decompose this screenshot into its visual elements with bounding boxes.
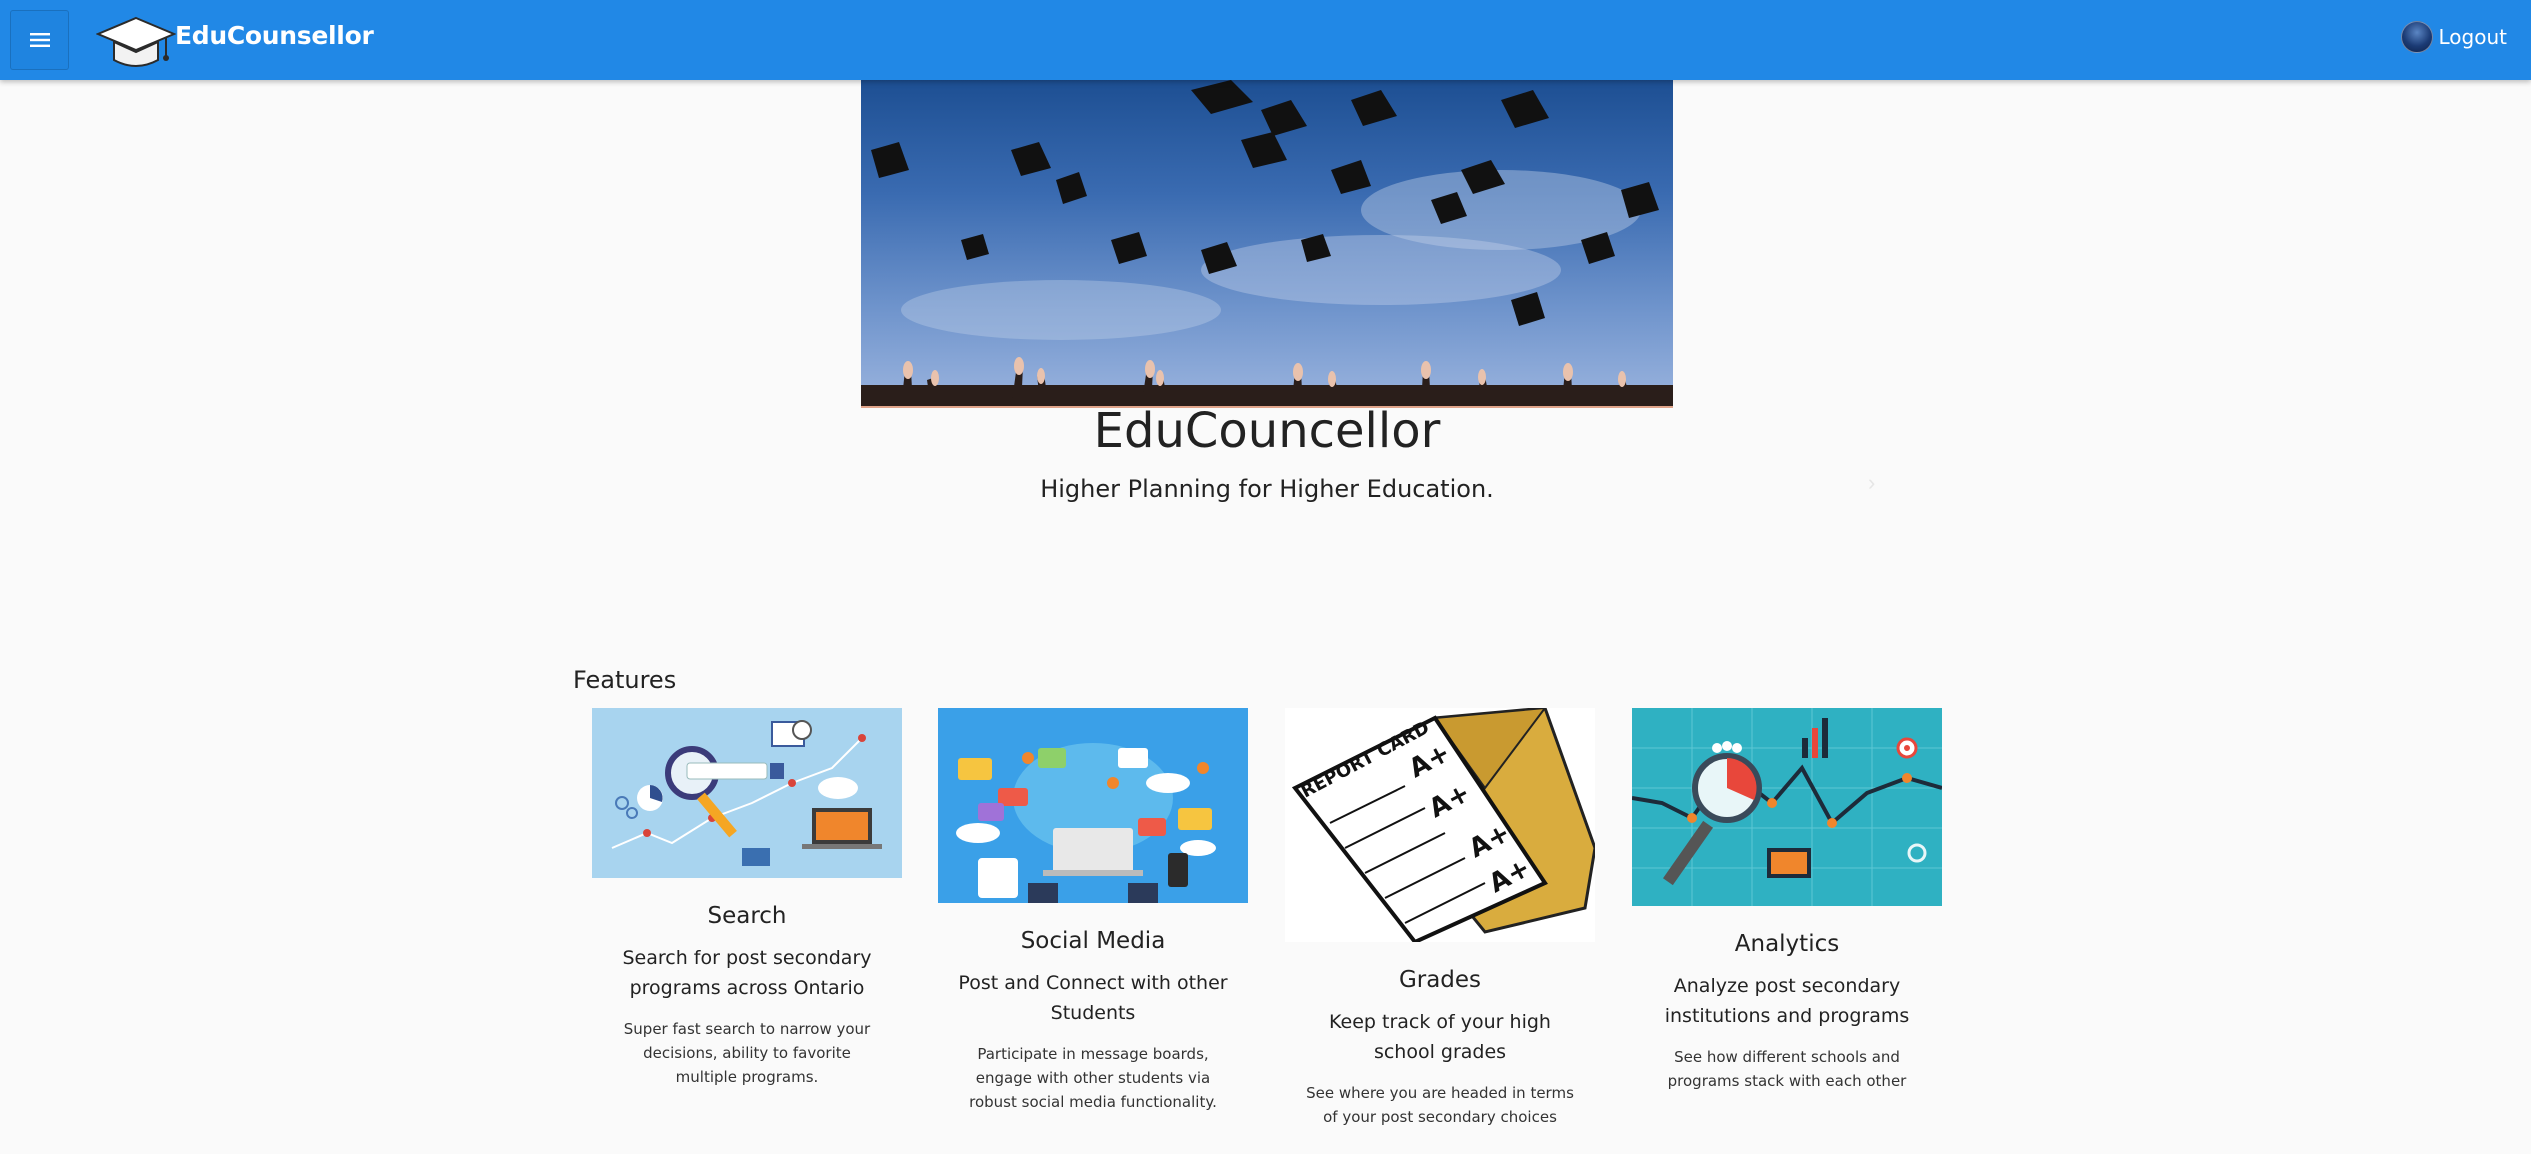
chevron-right-icon: › [1868, 470, 1876, 495]
feature-card-grades[interactable]: REPORT CARD A+ A+ A+ A+ Grades Keep trac… [1285, 708, 1595, 1129]
brand-title[interactable]: EduCounsellor [175, 21, 374, 50]
card-description: Super fast search to narrow your decisio… [623, 1020, 871, 1086]
app-bar: EduCounsellor Logout [0, 0, 2531, 80]
card-title: Analytics [1734, 931, 1840, 957]
logout-label: Logout [2438, 25, 2507, 49]
hero-subtitle: Higher Planning for Higher Education. [1040, 475, 1494, 503]
card-title: Grades [1398, 967, 1482, 993]
card-title: Search [707, 903, 787, 929]
card-subtitle: Analyze post secondary institutions and … [1664, 975, 1910, 1027]
social-media-illustration [938, 708, 1248, 903]
report-card-illustration: REPORT CARD A+ A+ A+ A+ [1285, 708, 1595, 942]
card-description: Participate in message boards, engage wi… [969, 1045, 1217, 1111]
feature-card-analytics[interactable]: Analytics Analyze post secondary institu… [1632, 708, 1942, 1093]
feature-card-social-media[interactable]: Social Media Post and Connect with other… [938, 708, 1248, 1114]
card-subtitle: Keep track of your high school grades [1329, 1011, 1551, 1063]
analytics-illustration [1632, 708, 1942, 906]
menu-button[interactable] [10, 10, 69, 70]
logout-button[interactable]: Logout [2400, 17, 2507, 57]
card-description: See how different schools and programs s… [1667, 1048, 1907, 1090]
card-subtitle: Search for post secondary programs acros… [622, 947, 872, 999]
hero-image [861, 80, 1673, 408]
card-description: See where you are headed in terms of you… [1306, 1084, 1574, 1126]
feature-card-search[interactable]: Search Search for post secondary program… [592, 708, 902, 1089]
card-subtitle: Post and Connect with other Students [958, 972, 1228, 1024]
graduation-cap-icon[interactable] [96, 14, 176, 74]
avatar [2400, 21, 2433, 53]
features-heading: Features [573, 666, 677, 694]
search-illustration [592, 708, 902, 878]
card-title: Social Media [1020, 928, 1166, 954]
hero-title: EduCouncellor [1093, 403, 1441, 459]
menu-icon [29, 33, 50, 47]
